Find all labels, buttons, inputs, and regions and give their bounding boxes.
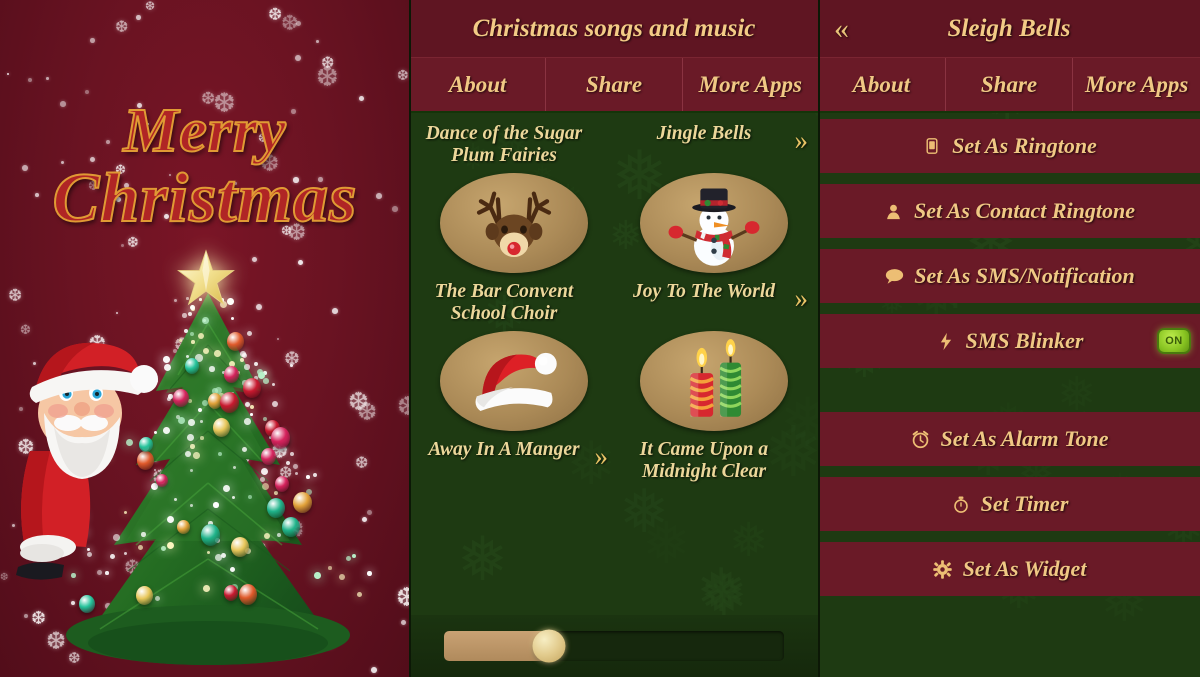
menu-label: Set As Contact Ringtone [883,198,1135,224]
song-next-chevron-icon[interactable]: » [795,127,809,154]
song-list-screen: ❅❅❅❅❅❅❅❅❅❅❅❅❅❅❅❅❅❅❅❅❅❅❅❅❅❅ Christmas son… [410,0,818,677]
reindeer-icon [476,191,552,258]
song-next-chevron-icon[interactable]: » [795,285,809,312]
song-cell: Dance of the Sugar Plum Fairies [414,119,614,277]
song-cell: The Bar Convent School Choir [414,277,614,435]
detail-header: « Sleigh Bells [818,0,1200,58]
contact-icon [883,200,905,222]
menu-label: Set As Widget [932,556,1087,582]
menu-item-text: SMS Blinker [965,328,1084,353]
panel-divider-left [409,0,411,677]
song-row: » Away In A Manger It Came Upon a Midnig… [414,435,814,491]
song-title[interactable]: Joy To The World [614,277,814,329]
sms-blinker-toggle[interactable]: ON [1157,328,1191,354]
menu-item-sms-blinker[interactable]: SMS Blinker ON [818,314,1200,368]
star-topper-icon [177,249,235,306]
menu-item-set-as-ringtone[interactable]: Set As Ringtone [818,119,1200,173]
song-thumbnail-snowman[interactable] [640,173,788,273]
snowman-icon [668,188,760,266]
song-cell: » Away In A Manger [414,435,614,491]
ringtone-detail-screen: ❅❅❅❅❅❅❅❅❅❅❅❅❅❅❅❅❅❅❅❅❅❅ « Sleigh Bells Ab… [818,0,1200,677]
song-list-tabbar: About Share More Apps [410,58,818,113]
tab-more-apps[interactable]: More Apps [683,58,818,111]
toggle-state-label: ON [1165,335,1183,347]
back-chevron-icon[interactable]: « [826,13,857,44]
gear-icon [932,558,954,580]
santa-hat-icon [475,352,557,411]
splash-panel: ❆❆❆❆❆❆❆❆❆❆❆❆❆❆❆❆❆❆❆❆❆❆❆❆❆❆❆❆❆❆❆❆❆❆❆❆❆❆❆❆… [0,0,410,677]
menu-label: SMS Blinker [935,328,1084,354]
menu-label: Set Timer [950,491,1069,517]
alarm-clock-icon [909,428,931,450]
song-thumbnail-candles[interactable] [640,331,788,431]
menu-item-text: Set As Widget [962,556,1087,581]
menu-item-set-as-widget[interactable]: Set As Widget [818,542,1200,596]
menu-label: Set As SMS/Notification [883,263,1135,289]
menu-label: Set As Ringtone [921,133,1097,159]
menu-item-text: Set As Ringtone [952,133,1097,158]
menu-item-text: Set As Contact Ringtone [913,198,1136,223]
detail-title: Sleigh Bells [947,14,1071,42]
candles-icon [689,339,742,417]
menu-item-set-as-contact-ringtone[interactable]: Set As Contact Ringtone [818,184,1200,238]
song-title[interactable]: Dance of the Sugar Plum Fairies [414,119,614,171]
tab-share[interactable]: Share [946,58,1074,111]
menu-item-set-timer[interactable]: Set Timer [818,477,1200,531]
song-cell: » Joy To The World [614,277,814,435]
detail-tabbar: About Share More Apps [818,58,1200,113]
volume-slider[interactable] [444,629,784,663]
tab-about[interactable]: About [818,58,946,111]
christmas-scene [0,249,410,677]
song-list-header: Christmas songs and music [410,0,818,58]
app-root: ❆❆❆❆❆❆❆❆❆❆❆❆❆❆❆❆❆❆❆❆❆❆❆❆❆❆❆❆❆❆❆❆❆❆❆❆❆❆❆❆… [0,0,1200,677]
song-title[interactable]: The Bar Convent School Choir [414,277,614,329]
title-line-christmas: Christmas [52,159,358,238]
song-list-title: Christmas songs and music [472,14,756,42]
song-cell: It Came Upon a Midnight Clear [614,435,814,491]
song-row: The Bar Convent School Choir » Joy To Th… [414,277,814,435]
tab-share[interactable]: Share [546,58,683,111]
song-row: Dance of the Sugar Plum Fairies » Jingle… [414,119,814,277]
volume-slider-area [410,615,818,677]
menu-label: Set As Alarm Tone [909,426,1109,452]
song-title[interactable]: Jingle Bells [614,119,814,171]
menu-item-text: Set As Alarm Tone [940,426,1109,451]
song-thumbnail-reindeer[interactable] [440,173,588,273]
song-thumbnail-santa-hat[interactable] [440,331,588,431]
menu-item-text: Set Timer [980,491,1069,516]
song-title[interactable]: Away In A Manger [414,435,614,487]
title-line-merry: Merry [122,96,287,166]
volume-slider-thumb[interactable] [532,629,566,663]
song-title[interactable]: It Came Upon a Midnight Clear [614,435,814,487]
lightning-bolt-icon [935,330,957,352]
phone-icon [921,135,943,157]
panel-divider-right [818,0,820,677]
menu-item-set-as-alarm-tone[interactable]: Set As Alarm Tone [818,412,1200,466]
action-menu-list: Set As Ringtone Set As Contact Ringtone … [818,113,1200,596]
menu-item-text: Set As SMS/Notification [914,263,1135,288]
speech-bubble-icon [883,265,905,287]
song-next-chevron-icon[interactable]: » [595,443,609,470]
song-cell: » Jingle Bells [614,119,814,277]
tab-about[interactable]: About [410,58,547,111]
tab-more-apps[interactable]: More Apps [1073,58,1200,111]
song-grid: Dance of the Sugar Plum Fairies » Jingle… [410,113,818,491]
merry-christmas-title: Merry Christmas [0,96,410,239]
santa-claus-icon [16,342,158,580]
menu-item-set-as-sms-notification[interactable]: Set As SMS/Notification [818,249,1200,303]
stopwatch-icon [950,493,972,515]
